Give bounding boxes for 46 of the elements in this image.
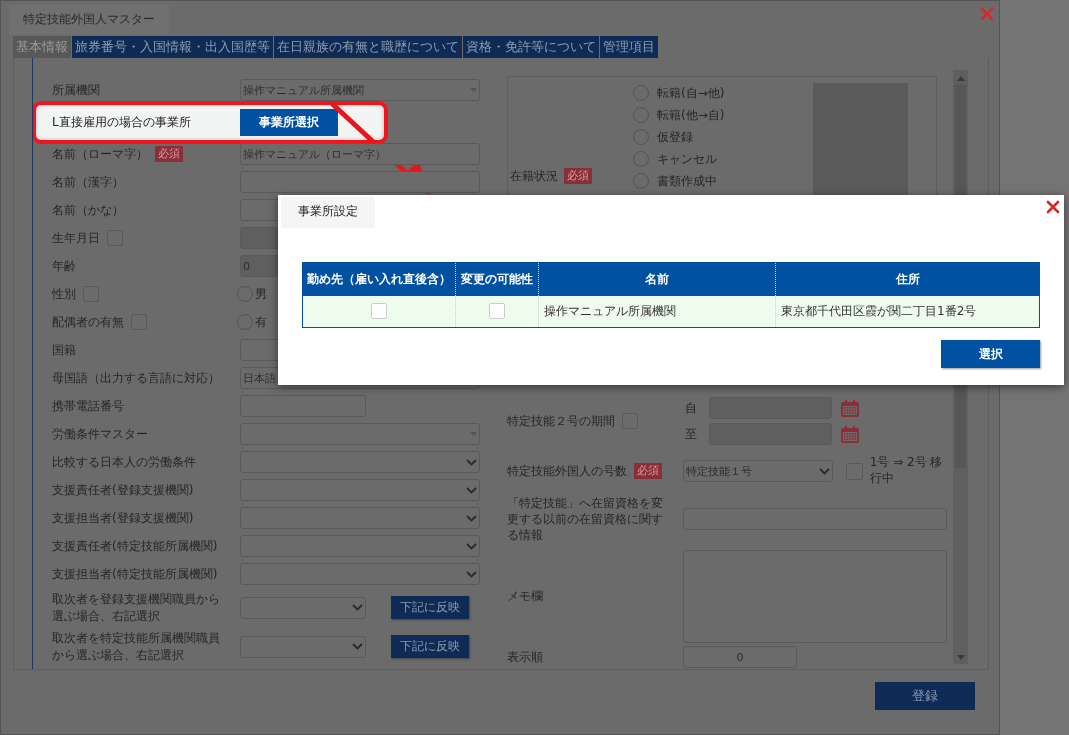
field-label: 所属機関: [52, 81, 100, 99]
field-label: 取次者を特定技能所属機関職員から選ぶ場合、右記選択: [52, 630, 221, 663]
radio-label: 有: [255, 313, 267, 331]
field-label: 性別: [52, 285, 76, 303]
required-badge: 必須: [155, 146, 183, 162]
field-label: 国籍: [52, 341, 76, 359]
field-label: 支援担当者(登録支援機関): [52, 509, 194, 527]
field-label: 在籍状況: [510, 168, 558, 185]
column-header: 変更の可能性: [455, 262, 539, 296]
field-label: 名前（かな）: [52, 201, 124, 219]
field-label: 支援責任者(登録支援機関): [52, 481, 194, 499]
field-label: 生年月日: [52, 229, 100, 247]
field-label: 名前（漢字）: [52, 173, 124, 191]
table-cell: 東京都千代田区霞が関二丁目1番2号: [775, 295, 1040, 328]
checkbox-label: 1号 ⇒ 2号 移行中: [869, 455, 944, 487]
radio-label: 男: [255, 285, 267, 303]
field-label: 特定技能外国人の号数: [507, 462, 627, 480]
radio-label: 転籍(他→自): [657, 106, 725, 124]
required-badge: 必須: [564, 168, 592, 185]
field-label: 取次者を登録支援機関職員から選ぶ場合、右記選択: [52, 591, 221, 624]
field-label: 携帯電話番号: [52, 397, 124, 415]
required-badge: 必須: [634, 463, 662, 479]
field-label: メモ欄: [507, 587, 543, 605]
field-label: 母国語（出力する言語に対応）: [52, 369, 220, 387]
field-label: 「特定技能」へ在留資格を変更する以前の在留資格に関する情報: [507, 494, 664, 544]
field-label: 比較する日本人の労働条件: [52, 453, 196, 471]
radio-label: 仮登録: [657, 128, 693, 146]
column-header: 勤め先（雇い入れ直後含）: [302, 262, 456, 296]
window-title: 特定技能外国人マスター: [9, 5, 169, 35]
field-label: 支援責任者(特定技能所属機関): [52, 537, 218, 555]
field-label: 自: [684, 399, 698, 417]
radio-label: 転籍(自→他): [657, 84, 725, 102]
field-label: 支援担当者(特定技能所属機関): [52, 565, 218, 583]
radio-label: キャンセル: [657, 150, 717, 168]
field-label: 至: [684, 425, 698, 443]
field-label: L直接雇用の場合の事業所: [52, 114, 191, 131]
column-header: 名前: [538, 262, 776, 296]
field-label: 労働条件マスター: [52, 425, 148, 443]
column-header: 住所: [775, 262, 1040, 296]
field-label: 特定技能２号の期間: [507, 412, 615, 430]
radio-label: 書類作成中: [657, 172, 717, 190]
field-label: 表示順: [507, 648, 543, 666]
field-label: 年齢: [52, 257, 76, 275]
dialog-title: 事業所設定: [281, 197, 375, 228]
table-cell: 操作マニュアル所属機関: [538, 295, 776, 328]
field-label: 配偶者の有無: [52, 313, 124, 331]
